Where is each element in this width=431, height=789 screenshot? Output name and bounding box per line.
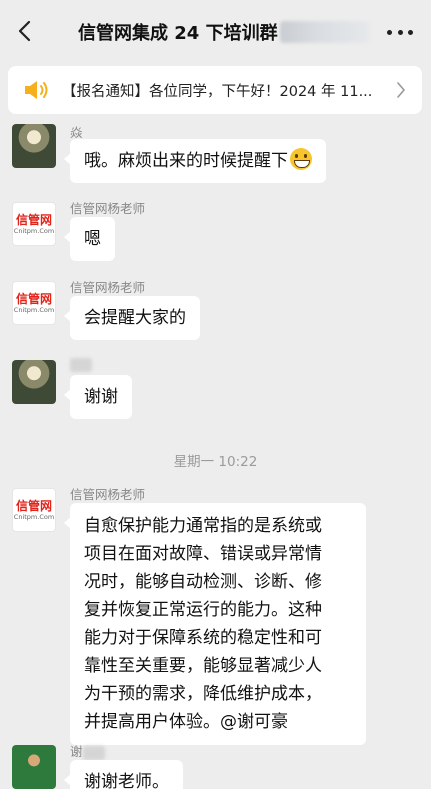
- message-line: 并提高用户体验。@谢可豪: [84, 712, 288, 732]
- avatar[interactable]: 信管网 Cnitpm.Com: [12, 281, 56, 325]
- message-text: 会提醒大家的: [84, 308, 186, 328]
- avatar-logo-text: 信管网: [15, 292, 52, 306]
- message-text: 谢谢老师。: [84, 772, 169, 789]
- message-bubble[interactable]: 嗯: [64, 217, 115, 261]
- message-text: 谢谢: [84, 387, 118, 407]
- sender-name: 信管网杨老师: [70, 201, 146, 216]
- pinned-notice-bar[interactable]: 【报名通知】各位同学，下午好！2024 年 11...: [8, 66, 422, 114]
- message-bubble[interactable]: 哦。麻烦出来的时候提醒下: [64, 139, 326, 183]
- chat-header: 信管网集成 24 下培训群: [0, 0, 431, 62]
- message-line: 自愈保护能力通常指的是系统或: [84, 516, 322, 536]
- more-dot-icon: [397, 29, 403, 35]
- back-button[interactable]: [10, 16, 38, 46]
- chevron-right-icon: [397, 82, 405, 98]
- sender-name: 信管网杨老师: [70, 280, 146, 295]
- avatar-logo-text: 信管网: [15, 499, 52, 513]
- redacted-sender-name: [70, 357, 92, 372]
- message-bubble[interactable]: 谢谢: [64, 375, 132, 419]
- message-text: 哦。麻烦出来的时候提醒下: [84, 151, 288, 171]
- message-line: 况时，能够自动检测、诊断、修: [84, 572, 322, 592]
- sender-name: 信管网杨老师: [70, 487, 146, 502]
- avatar[interactable]: [12, 124, 56, 168]
- message-text: 嗯: [84, 229, 101, 249]
- timestamp: 星期一 10:22: [173, 454, 258, 470]
- sender-name: [70, 356, 92, 372]
- more-dot-icon: [387, 29, 392, 35]
- more-options-button[interactable]: [387, 22, 413, 42]
- more-dot-icon: [408, 29, 413, 35]
- chat-title: 信管网集成 24 下培训群: [78, 19, 370, 45]
- redacted-sender-name: [82, 745, 105, 760]
- message-bubble[interactable]: 会提醒大家的: [64, 296, 200, 340]
- message-line: 项目在面对故障、错误或异常情: [84, 544, 322, 564]
- message-line: 靠性至关重要，能够显著减少人: [84, 656, 322, 676]
- message-line: 能力对于保障系统的稳定性和可: [84, 628, 322, 648]
- avatar-logo-subtext: Cnitpm.Com: [13, 513, 55, 521]
- message-line: 为干预的需求，降低维护成本，: [84, 684, 322, 704]
- message-bubble[interactable]: 自愈保护能力通常指的是系统或 项目在面对故障、错误或异常情 况时，能够自动检测、…: [64, 503, 366, 745]
- speaker-icon: [22, 75, 52, 105]
- avatar-logo-subtext: Cnitpm.Com: [13, 306, 55, 314]
- message-bubble[interactable]: 谢谢老师。: [64, 760, 183, 789]
- avatar[interactable]: [12, 745, 56, 789]
- redacted-member-count: [279, 21, 370, 43]
- sender-name-text: 谢: [70, 744, 83, 759]
- grinning-face-icon: [290, 148, 312, 170]
- avatar-logo-text: 信管网: [15, 213, 52, 227]
- message-line: 复并恢复正常运行的能力。这种: [84, 600, 322, 620]
- notice-text: 【报名通知】各位同学，下午好！2024 年 11...: [62, 83, 373, 100]
- avatar[interactable]: 信管网 Cnitpm.Com: [12, 488, 56, 532]
- chat-title-text: 信管网集成 24 下培训群: [78, 23, 278, 44]
- chevron-left-icon: [18, 20, 31, 42]
- avatar[interactable]: [12, 360, 56, 404]
- avatar-logo-subtext: Cnitpm.Com: [13, 227, 55, 235]
- sender-name: 谢: [70, 741, 105, 760]
- avatar[interactable]: 信管网 Cnitpm.Com: [12, 202, 56, 246]
